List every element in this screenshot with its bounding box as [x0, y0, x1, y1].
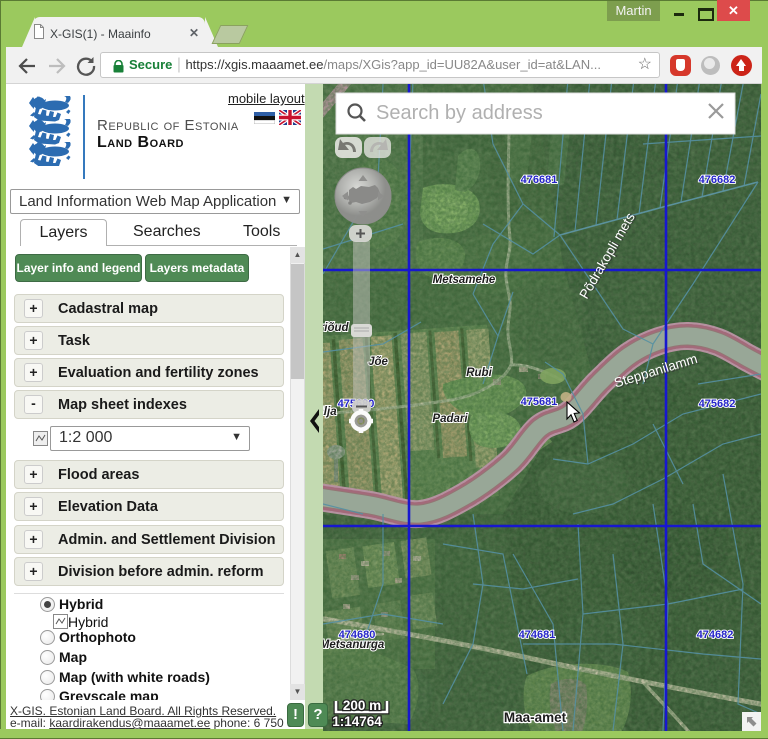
svg-text:Rubi: Rubi: [466, 367, 492, 379]
svg-text:200 m: 200 m: [343, 698, 381, 713]
svg-text:Maa-amet: Maa-amet: [504, 710, 567, 725]
svg-text:älja: älja: [323, 406, 337, 418]
svg-text:Metsanurga: Metsanurga: [323, 639, 385, 651]
svg-text:1:14764: 1:14764: [332, 714, 382, 729]
svg-text:474682: 474682: [697, 629, 734, 641]
svg-text:476681: 476681: [521, 174, 558, 186]
svg-text:Metsamehe: Metsamehe: [433, 274, 496, 286]
svg-text:Padari: Padari: [432, 413, 468, 425]
svg-text:474681: 474681: [519, 629, 556, 641]
svg-text:475682: 475682: [699, 398, 736, 410]
svg-text:476682: 476682: [699, 174, 736, 186]
svg-text:Jõe: Jõe: [368, 356, 388, 368]
svg-text:Search by address: Search by address: [376, 102, 543, 124]
svg-text:ariõud: ariõud: [323, 322, 350, 334]
svg-text:475681: 475681: [521, 396, 558, 408]
